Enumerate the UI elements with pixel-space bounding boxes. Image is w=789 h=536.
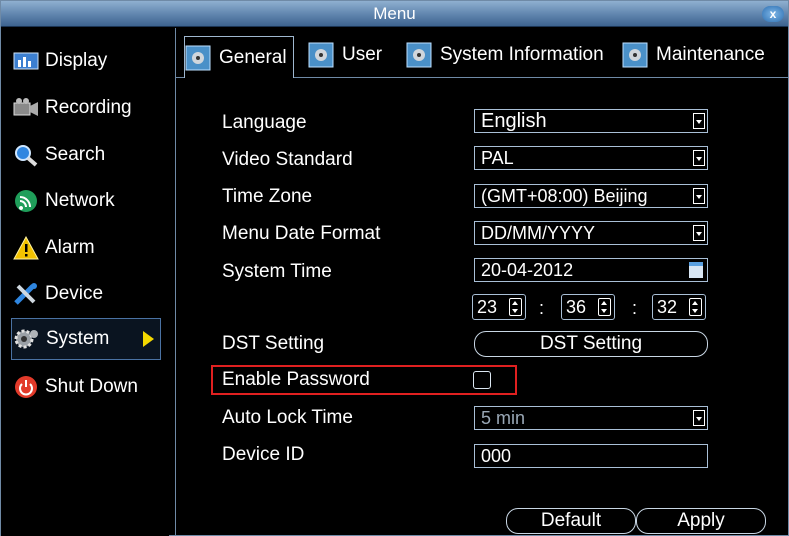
calendar-icon[interactable] <box>689 262 703 278</box>
language-value: English <box>481 110 547 132</box>
second-value: 32 <box>657 297 678 317</box>
sidebar-item-recording[interactable]: Recording <box>11 88 161 128</box>
auto-lock-time-value: 5 min <box>481 408 526 428</box>
general-tab-icon <box>185 45 211 70</box>
time-separator: : <box>539 298 545 318</box>
sidebar-item-label: Recording <box>45 97 132 118</box>
hour-value: 23 <box>477 297 498 317</box>
spinner-arrows-icon[interactable] <box>598 298 611 316</box>
auto-lock-time-select[interactable]: 5 min <box>474 406 708 430</box>
sidebar-item-label: Shut Down <box>45 376 138 397</box>
tab-maintenance[interactable]: Maintenance <box>622 39 765 71</box>
window-title: Menu <box>373 4 416 23</box>
date-format-select[interactable]: DD/MM/YYYY <box>474 221 708 245</box>
network-icon <box>11 189 41 213</box>
enable-password-label: Enable Password <box>222 369 370 390</box>
device-id-label: Device ID <box>222 444 305 465</box>
minute-value: 36 <box>566 297 587 317</box>
tab-user[interactable]: User <box>308 39 382 71</box>
device-id-input[interactable]: 000 <box>474 444 708 468</box>
sidebar-item-label: Network <box>45 190 115 211</box>
sidebar-item-alarm[interactable]: Alarm <box>11 228 161 268</box>
main-panel: General User System Information Maintena… <box>175 28 789 536</box>
sidebar-item-label: Display <box>45 50 108 71</box>
chevron-down-icon <box>693 225 705 241</box>
close-button[interactable]: x <box>762 6 784 22</box>
display-icon <box>11 49 41 73</box>
date-format-value: DD/MM/YYYY <box>481 223 596 243</box>
sidebar-item-shut-down[interactable]: Shut Down <box>11 367 161 407</box>
time-separator: : <box>632 298 638 318</box>
sidebar-item-label: Alarm <box>45 237 95 258</box>
time-zone-value: (GMT+08:00) Beijing <box>481 186 648 206</box>
apply-button[interactable]: Apply <box>636 508 766 534</box>
chevron-down-icon <box>693 188 705 204</box>
system-information-tab-icon <box>406 42 432 68</box>
sidebar-item-display[interactable]: Display <box>11 41 161 81</box>
active-arrow-icon <box>143 331 154 347</box>
time-zone-label: Time Zone <box>222 186 313 207</box>
system-date-field[interactable]: 20-04-2012 <box>474 258 708 282</box>
sidebar: Display Recording Search Network Alarm D… <box>1 28 169 536</box>
search-icon <box>11 143 41 167</box>
recording-icon <box>11 96 41 120</box>
hour-stepper[interactable]: 23 <box>472 294 526 320</box>
video-standard-select[interactable]: PAL <box>474 146 708 170</box>
sidebar-item-network[interactable]: Network <box>11 181 161 221</box>
default-button[interactable]: Default <box>506 508 636 534</box>
minute-stepper[interactable]: 36 <box>561 294 615 320</box>
language-select[interactable]: English <box>474 109 708 133</box>
alarm-icon <box>11 236 41 260</box>
maintenance-tab-icon <box>622 42 648 68</box>
chevron-down-icon <box>693 113 705 129</box>
sidebar-item-system[interactable]: System <box>11 318 161 360</box>
tab-label: User <box>342 44 383 65</box>
system-time-label: System Time <box>222 261 332 282</box>
sidebar-item-label: Device <box>45 283 104 304</box>
device-id-value: 000 <box>481 446 512 466</box>
power-icon <box>11 375 41 399</box>
chevron-down-icon <box>693 410 705 426</box>
time-zone-select[interactable]: (GMT+08:00) Beijing <box>474 184 708 208</box>
title-bar: Menu x <box>1 1 788 27</box>
sidebar-item-label: System <box>46 328 110 349</box>
tab-label: General <box>219 46 287 68</box>
sidebar-item-device[interactable]: Device <box>11 274 161 314</box>
sidebar-item-label: Search <box>45 144 106 165</box>
enable-password-checkbox[interactable] <box>473 371 491 389</box>
tab-system-information[interactable]: System Information <box>406 39 604 71</box>
tab-label: System Information <box>440 44 604 65</box>
menu-window: Menu x Display Recording Search Network … <box>0 0 789 536</box>
tab-bar: General User System Information Maintena… <box>176 28 789 78</box>
tab-general[interactable]: General <box>184 36 294 78</box>
video-standard-label: Video Standard <box>222 149 353 170</box>
video-standard-value: PAL <box>481 148 514 168</box>
spinner-arrows-icon[interactable] <box>689 298 702 316</box>
second-stepper[interactable]: 32 <box>652 294 706 320</box>
device-icon <box>11 282 41 306</box>
auto-lock-time-label: Auto Lock Time <box>222 407 353 428</box>
sidebar-item-search[interactable]: Search <box>11 135 161 175</box>
spinner-arrows-icon[interactable] <box>509 298 522 316</box>
chevron-down-icon <box>693 150 705 166</box>
user-tab-icon <box>308 42 334 68</box>
gear-icon <box>12 327 42 351</box>
dst-setting-label: DST Setting <box>222 333 325 354</box>
date-format-label: Menu Date Format <box>222 223 381 244</box>
language-label: Language <box>222 112 307 133</box>
system-date-value: 20-04-2012 <box>481 260 574 280</box>
dst-setting-button[interactable]: DST Setting <box>474 331 708 357</box>
tab-label: Maintenance <box>656 44 765 65</box>
